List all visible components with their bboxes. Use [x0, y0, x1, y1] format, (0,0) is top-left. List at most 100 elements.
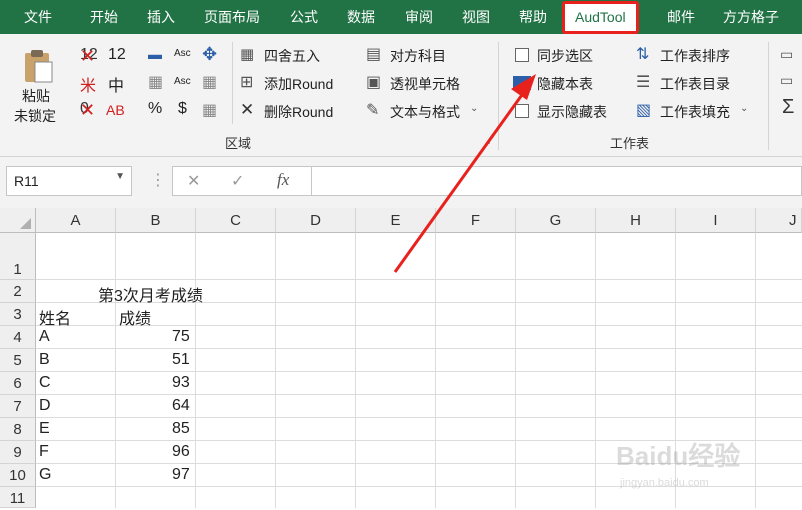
partial-icon-2[interactable]: ▭ [780, 72, 793, 89]
percent-icon[interactable]: % [148, 100, 162, 118]
row-header-5[interactable]: 5 [0, 349, 36, 372]
tab-mailings[interactable]: 邮件 [667, 0, 695, 34]
table-row-name[interactable]: F [39, 443, 49, 461]
dollar-icon[interactable]: $ [178, 100, 187, 118]
tab-review[interactable]: 审阅 [405, 0, 433, 34]
ribbon-divider [232, 42, 233, 124]
tab-file[interactable]: 文件 [24, 0, 52, 34]
cancel-icon[interactable]: ✕ [187, 171, 200, 191]
grid-icon: ▦ [240, 46, 255, 63]
table-row-name[interactable]: G [39, 466, 51, 484]
pivot-cell-button[interactable]: ▣ 透视单元格 [366, 72, 486, 98]
table-row-score[interactable]: 51 [172, 351, 190, 369]
show-hidden-sheet-button[interactable]: 显示隐藏表 [513, 100, 623, 126]
name-box[interactable]: R11 ▼ [6, 166, 132, 196]
tab-fangfang[interactable]: 方方格子 [723, 0, 779, 34]
table-row-name[interactable]: A [39, 328, 50, 346]
tab-formulas[interactable]: 公式 [290, 0, 318, 34]
row-header-6[interactable]: 6 [0, 372, 36, 395]
asc-icon[interactable]: Asc [174, 48, 191, 59]
name-box-value: R11 [14, 173, 39, 189]
paste-unlocked-button[interactable]: 粘贴 未锁定 [10, 46, 66, 126]
row-header-11[interactable]: 11 [0, 487, 36, 508]
add-round-button[interactable]: ⊞ 添加Round [240, 72, 358, 98]
symbol-icon[interactable]: 米 [80, 72, 96, 96]
text-format-button[interactable]: ✎ 文本与格式 ⌄ [366, 100, 490, 126]
tab-page-layout[interactable]: 页面布局 [204, 0, 260, 34]
row-header-4[interactable]: 4 [0, 326, 36, 349]
row-header-10[interactable]: 10 [0, 464, 36, 487]
date-icon[interactable]: ▦ [202, 100, 217, 120]
column-header-h[interactable]: H [596, 208, 676, 233]
tab-help[interactable]: 帮助 [519, 0, 547, 34]
ab-icon[interactable]: AB [106, 102, 125, 118]
tab-data[interactable]: 数据 [347, 0, 375, 34]
watermark-brand: Baidu经验 [616, 441, 741, 471]
region-group-label: 区域 [225, 136, 252, 151]
column-header-c[interactable]: C [196, 208, 276, 233]
row-header-7[interactable]: 7 [0, 395, 36, 418]
table-row-name[interactable]: D [39, 397, 51, 415]
asc-icon-2[interactable]: Asc [174, 76, 191, 87]
opposite-account-button[interactable]: ▤ 对方科目 [366, 44, 486, 70]
table-row-score[interactable]: 93 [172, 374, 190, 392]
tab-home[interactable]: 开始 [90, 0, 118, 34]
table-row-score[interactable]: 64 [172, 397, 190, 415]
row-header-1[interactable]: 1 [0, 233, 36, 280]
column-header-b[interactable]: B [116, 208, 196, 233]
column-header-a[interactable]: A [36, 208, 116, 233]
row-header-9[interactable]: 9 [0, 441, 36, 464]
table-row-name[interactable]: C [39, 374, 51, 392]
hide-sheet-button[interactable]: 隐藏本表 [513, 72, 623, 98]
table-row-name[interactable]: E [39, 420, 50, 438]
move-icon[interactable]: ✥ [202, 44, 217, 65]
sheet-sort-button[interactable]: ⇅ 工作表排序 [636, 44, 756, 70]
partial-icon[interactable]: ▭ [780, 46, 793, 63]
delete-round-button[interactable]: ✕ 删除Round [240, 100, 358, 126]
column-header-i[interactable]: I [676, 208, 756, 233]
row-header-8[interactable]: 8 [0, 418, 36, 441]
table-row-score[interactable]: 75 [172, 328, 190, 346]
column-header-g[interactable]: G [516, 208, 596, 233]
ribbon-divider [768, 42, 769, 150]
dialog-launcher-icon[interactable]: ⌟ [486, 135, 491, 146]
row-header-2[interactable]: 2 [0, 280, 36, 303]
sync-selection-checkbox[interactable]: 同步选区 [513, 44, 623, 70]
add-decimal-icon[interactable]: 12 [108, 46, 126, 64]
table-row-score[interactable]: 85 [172, 420, 190, 438]
center-icon[interactable]: 中 [108, 72, 124, 96]
tab-view[interactable]: 视图 [462, 0, 490, 34]
chevron-down-icon[interactable]: ▼ [115, 171, 125, 182]
formula-input[interactable] [312, 166, 802, 196]
table-row-score[interactable]: 97 [172, 466, 190, 484]
sheet-directory-button[interactable]: ☰ 工作表目录 [636, 72, 756, 98]
zero-icon[interactable]: 0 ✕ [80, 100, 95, 120]
grid-icon[interactable]: ▦ [148, 72, 163, 92]
add-round-label: 添加Round [264, 76, 334, 92]
sheet-title-cell[interactable]: 第3次月考成绩 [98, 282, 203, 306]
table-row-name[interactable]: B [39, 351, 50, 369]
sum-icon[interactable]: Σ [782, 96, 794, 119]
column-header-j[interactable]: J [756, 208, 802, 233]
grid-line [36, 394, 802, 395]
tab-audtool[interactable]: AudTool [562, 1, 639, 34]
more-icon: ⋮ [150, 172, 166, 189]
clipboard-icon [25, 50, 53, 83]
row-header-3[interactable]: 3 [0, 303, 36, 326]
enter-icon[interactable]: ✓ [231, 171, 244, 191]
header-name-cell[interactable]: 姓名 [39, 305, 71, 329]
select-all-icon [20, 218, 31, 229]
minus-icon[interactable]: ▬ [148, 46, 162, 62]
column-header-d[interactable]: D [276, 208, 356, 233]
table-row-score[interactable]: 96 [172, 443, 190, 461]
header-score-cell[interactable]: 成绩 [119, 305, 151, 329]
tab-insert[interactable]: 插入 [147, 0, 175, 34]
round-button[interactable]: ▦ 四舍五入 [240, 44, 358, 70]
fx-icon[interactable]: fx [277, 170, 289, 190]
column-header-f[interactable]: F [436, 208, 516, 233]
column-header-e[interactable]: E [356, 208, 436, 233]
table-icon[interactable]: ▦ [202, 72, 217, 92]
select-all-corner[interactable] [0, 208, 36, 233]
sheet-fill-button[interactable]: ▧ 工作表填充 ⌄ [636, 100, 760, 126]
del-decimal-icon[interactable]: 12 ✕ [80, 46, 98, 66]
